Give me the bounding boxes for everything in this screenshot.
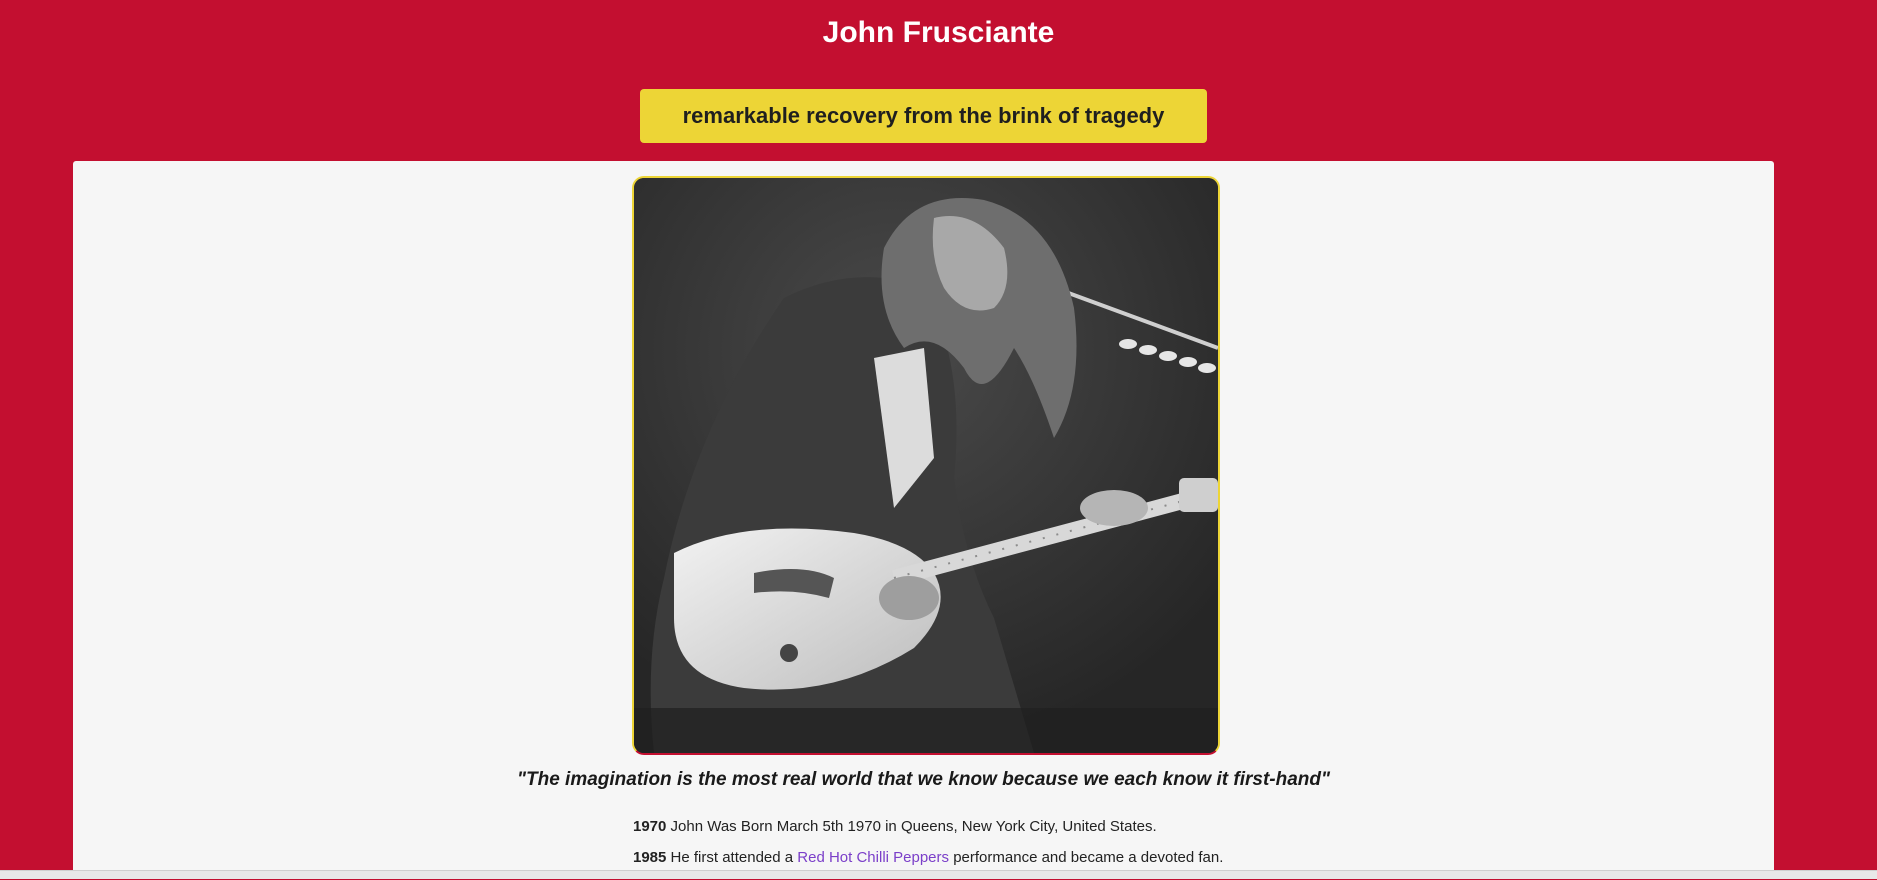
timeline-text: performance and became a devoted fan. [949, 849, 1224, 866]
subtitle-banner: remarkable recovery from the brink of tr… [640, 89, 1207, 143]
guitarist-photo-image [634, 178, 1218, 753]
tribute-photo [632, 176, 1220, 755]
timeline-text: John Was Born March 5th 1970 in Queens, … [666, 818, 1157, 835]
rhcp-link[interactable]: Red Hot Chilli Peppers [797, 849, 949, 866]
timeline-year: 1985 [633, 849, 667, 866]
timeline-text: He first attended a [666, 849, 798, 866]
content-card: "The imagination is the most real world … [73, 161, 1774, 878]
timeline-year: 1970 [633, 818, 667, 835]
page-title: John Frusciante [822, 16, 1055, 49]
quote: "The imagination is the most real world … [516, 769, 1330, 790]
timeline-item: 1970 John Was Born March 5th 1970 in Que… [633, 818, 1533, 849]
